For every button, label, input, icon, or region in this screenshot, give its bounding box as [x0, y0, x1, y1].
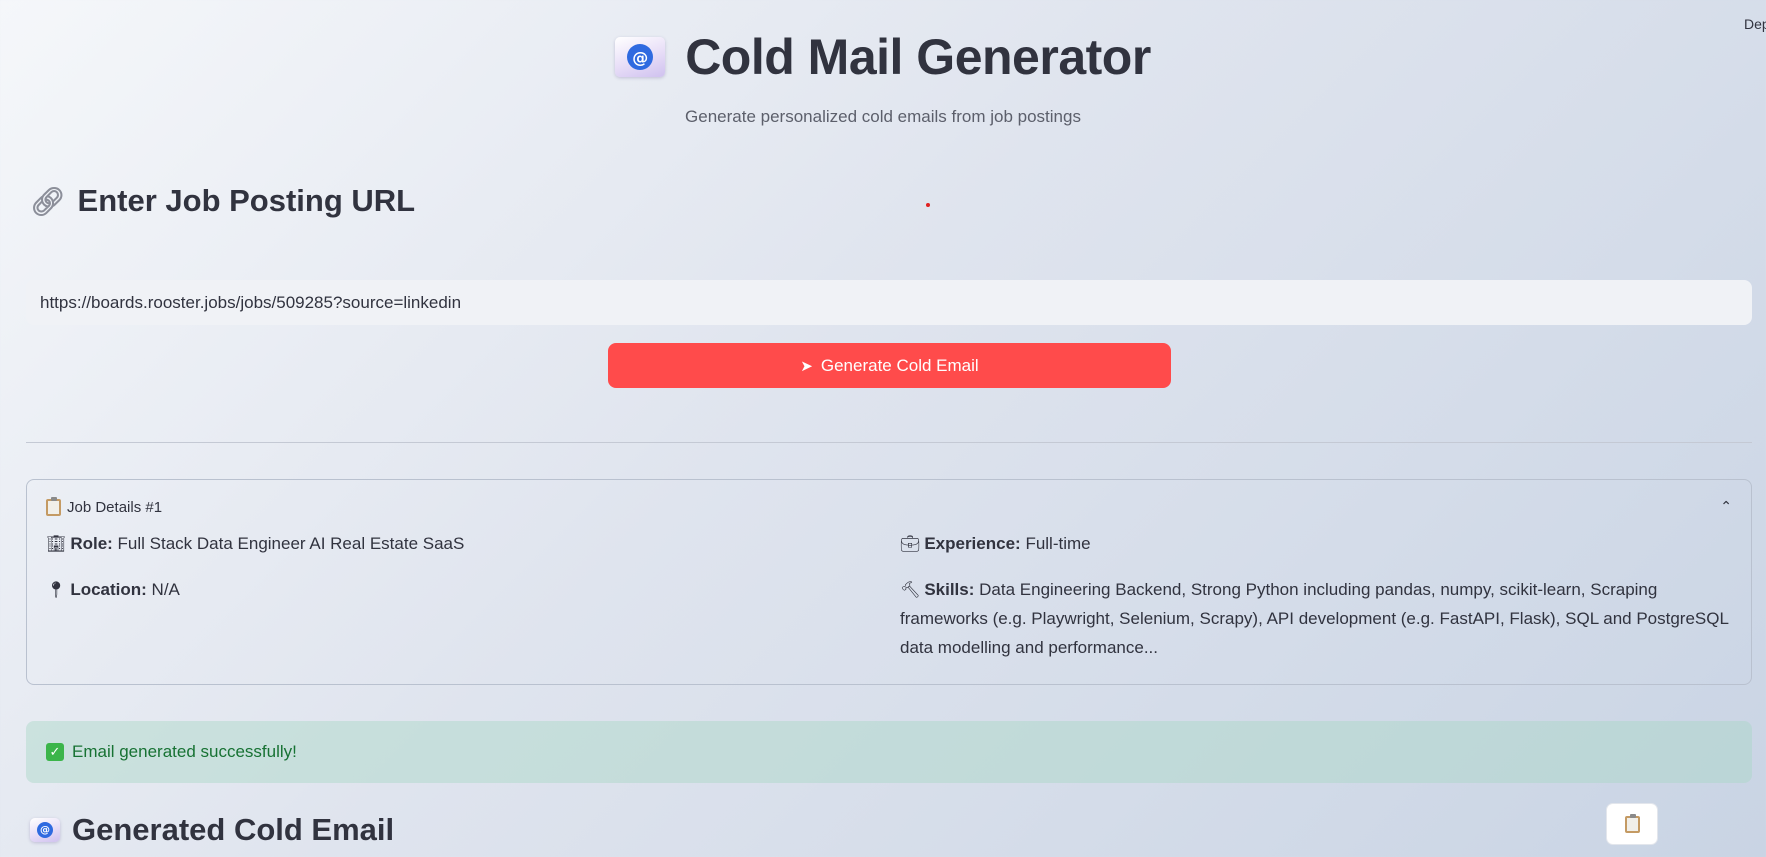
role-label: Role:: [70, 534, 113, 553]
copy-email-button[interactable]: [1606, 803, 1658, 845]
pin-icon: 📍︎: [46, 580, 67, 599]
skills-field: 🔨︎ Skills: Data Engineering Backend, Stro…: [900, 575, 1730, 662]
experience-value: Full-time: [1025, 534, 1091, 553]
location-value: N/A: [151, 580, 180, 599]
clipboard-icon: [46, 496, 61, 516]
rocket-icon: ➤: [800, 356, 813, 375]
generate-button-label: Generate Cold Email: [820, 355, 979, 375]
check-icon: ✓: [46, 743, 64, 761]
email-section-title: Generated Cold Email: [72, 812, 395, 847]
page-subtitle: Generate personalized cold emails from j…: [685, 107, 1081, 126]
email-section-heading: @ Generated Cold Email: [30, 812, 394, 848]
job-url-input[interactable]: [26, 280, 1752, 325]
page-title: Cold Mail Generator: [685, 29, 1151, 85]
success-message: Email generated successfully!: [72, 742, 297, 761]
clipboard-icon: [1624, 813, 1640, 833]
experience-label: Experience:: [924, 534, 1021, 553]
location-label: Location:: [70, 580, 147, 599]
job-details-title: Job Details #1: [67, 498, 163, 516]
app-header: @ Cold Mail Generator: [0, 28, 1766, 86]
url-section-heading: 🔗︎ Enter Job Posting URL: [30, 183, 415, 219]
experience-field: 💼︎ Experience: Full-time: [900, 529, 1091, 558]
job-details-header[interactable]: Job Details #1 ⌃: [46, 496, 1732, 518]
tools-icon: 🔨︎: [900, 580, 921, 599]
chevron-up-icon[interactable]: ⌃: [1720, 499, 1732, 515]
skills-value: Data Engineering Backend, Strong Python …: [900, 580, 1729, 657]
building-icon: 🏢︎: [46, 534, 67, 553]
briefcase-icon: 💼︎: [900, 534, 921, 553]
location-field: 📍︎ Location: N/A: [46, 575, 180, 604]
success-alert: ✓ Email generated successfully!: [26, 721, 1752, 783]
role-value: Full Stack Data Engineer AI Real Estate …: [117, 534, 465, 553]
link-icon: 🔗︎: [30, 184, 66, 218]
divider: [26, 442, 1752, 443]
skills-label: Skills:: [924, 580, 975, 599]
envelope-at-icon: @: [30, 818, 60, 842]
url-section-title: Enter Job Posting URL: [77, 183, 416, 218]
role-field: 🏢︎ Role: Full Stack Data Engineer AI Real…: [46, 529, 464, 558]
envelope-at-icon: @: [615, 37, 666, 77]
job-details-expander: Job Details #1 ⌃ 🏢︎ Role: Full Stack Data…: [26, 479, 1752, 685]
status-dot: [926, 203, 930, 207]
generate-cold-email-button[interactable]: ➤ Generate Cold Email: [608, 343, 1171, 388]
